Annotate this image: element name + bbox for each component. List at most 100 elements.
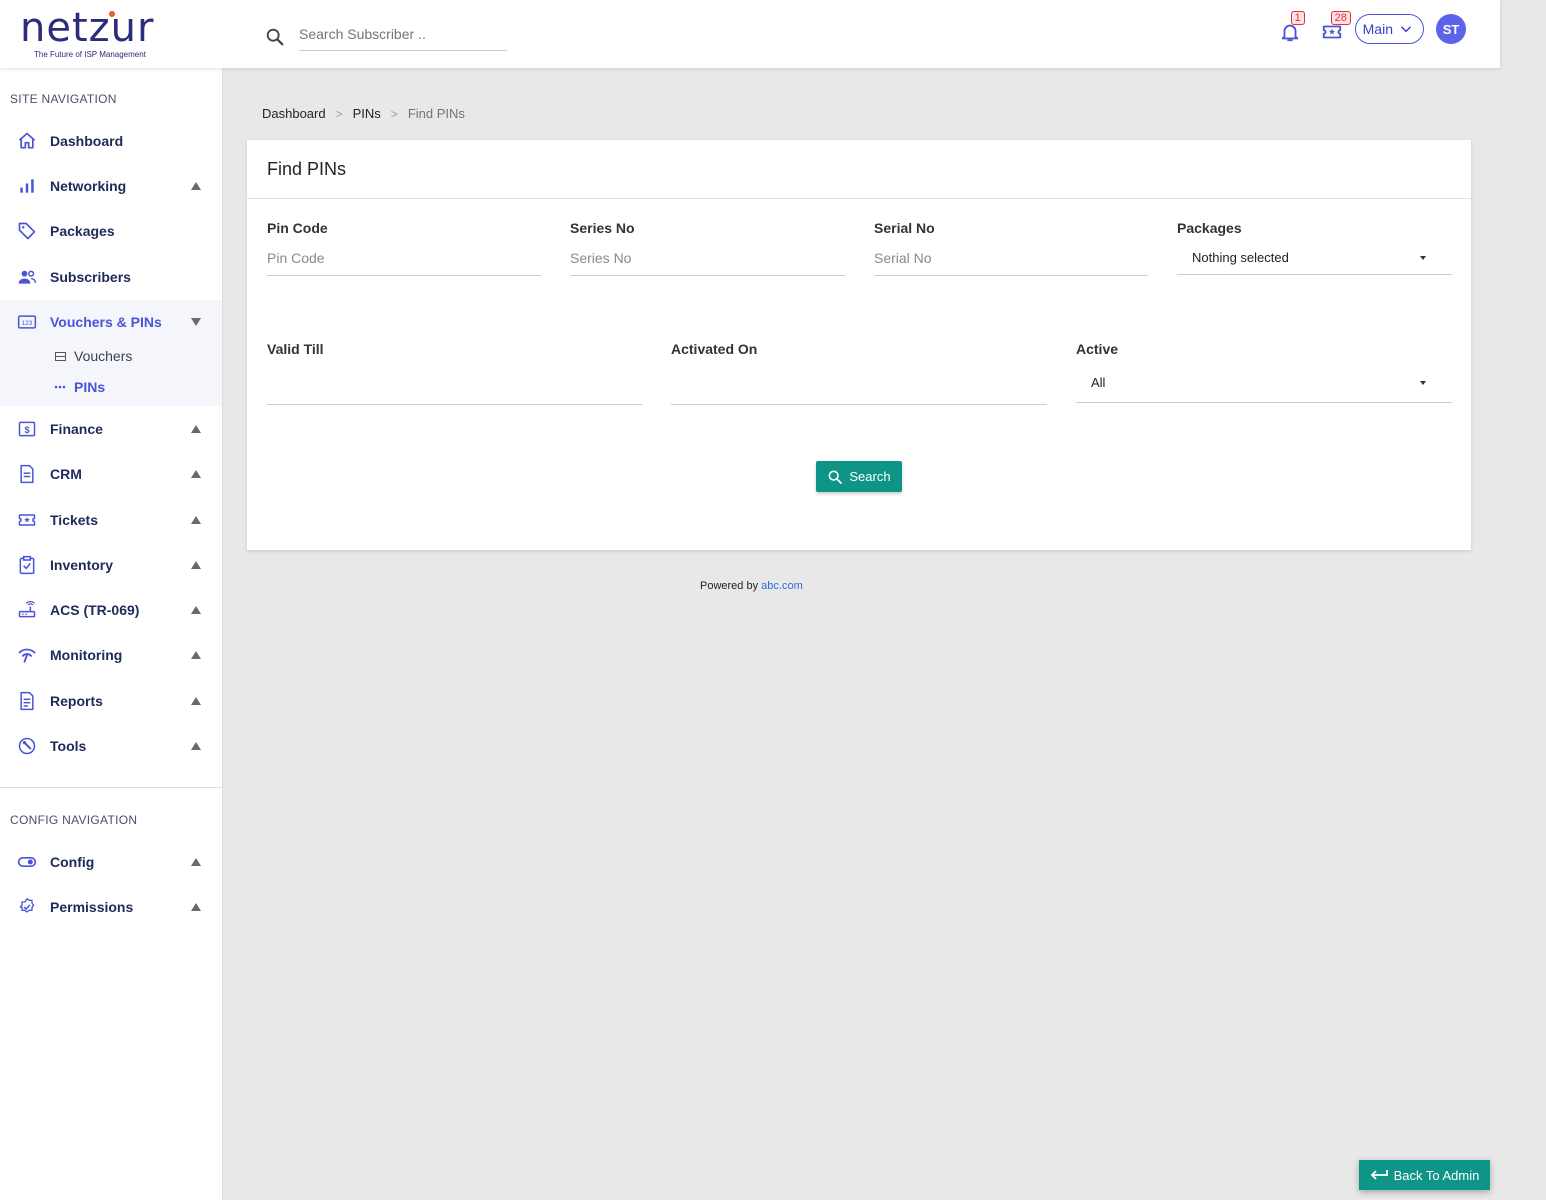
- powered-by-link[interactable]: abc.com: [761, 580, 803, 592]
- context-select-value: Main: [1362, 21, 1393, 37]
- back-to-admin-button[interactable]: Back To Admin: [1359, 1160, 1490, 1190]
- powered-by-prefix: Powered by: [700, 580, 759, 592]
- packages-select-value: Nothing selected: [1192, 250, 1289, 265]
- sidebar-item-finance[interactable]: $ Finance: [0, 406, 222, 451]
- breadcrumb-dashboard[interactable]: Dashboard: [262, 106, 326, 121]
- caret-up-icon: [191, 741, 201, 750]
- toggle-icon: [17, 852, 37, 872]
- caret-up-icon: [191, 902, 201, 911]
- dollar-icon: $: [17, 419, 37, 439]
- valid-till-field: Valid Till: [267, 341, 642, 405]
- sidebar-item-label: ACS (TR-069): [50, 601, 140, 618]
- users-icon: [17, 267, 37, 287]
- sidebar-item-dashboard[interactable]: Dashboard: [0, 118, 222, 163]
- active-label: Active: [1076, 341, 1119, 357]
- serial-no-label: Serial No: [874, 220, 935, 236]
- breadcrumb-separator: >: [390, 106, 398, 121]
- activated-on-label: Activated On: [671, 341, 758, 357]
- valid-till-label: Valid Till: [267, 341, 324, 357]
- breadcrumb-pins[interactable]: PINs: [353, 106, 381, 121]
- active-select-value: All: [1091, 375, 1106, 390]
- tickets-badge: 28: [1330, 11, 1351, 25]
- caret-up-icon: [191, 469, 201, 478]
- sidebar-subitem-pins[interactable]: PINs: [54, 379, 105, 395]
- sidebar-item-label: Subscribers: [50, 268, 131, 285]
- clipboard-check-icon: [17, 555, 37, 575]
- search-button-label: Search: [849, 469, 891, 484]
- search-button[interactable]: Search: [816, 461, 902, 492]
- sidebar-subitem-vouchers[interactable]: Vouchers: [54, 348, 132, 364]
- sidebar-item-config[interactable]: Config: [0, 839, 222, 884]
- wrench-icon: [17, 736, 37, 756]
- dropdown-caret-icon: [1420, 255, 1426, 260]
- caret-up-icon: [191, 515, 201, 524]
- router-icon: [17, 600, 37, 620]
- active-field: Active All: [1076, 341, 1452, 403]
- context-select[interactable]: Main: [1354, 14, 1424, 44]
- sidebar-item-label: Packages: [50, 222, 115, 239]
- sidebar-item-vouchers-pins[interactable]: 123 Vouchers & PINs: [0, 299, 222, 344]
- breadcrumb: Dashboard > PINs > Find PINs: [262, 106, 465, 121]
- serial-no-input[interactable]: [874, 248, 1148, 276]
- chevron-down-icon: [1401, 26, 1411, 33]
- sidebar-item-tickets[interactable]: Tickets: [0, 497, 222, 542]
- sidebar-item-crm[interactable]: CRM: [0, 451, 222, 496]
- pin-code-field: Pin Code: [267, 220, 541, 276]
- svg-text:123: 123: [22, 319, 33, 326]
- document-icon: [17, 464, 37, 484]
- sidebar-item-label: Permissions: [50, 898, 134, 915]
- notifications-badge: 1: [1290, 11, 1305, 25]
- ticket-icon: [17, 510, 37, 530]
- numbers-icon: 123: [17, 312, 37, 332]
- card-title: Find PINs: [247, 140, 1471, 199]
- valid-till-input[interactable]: [267, 369, 642, 405]
- series-no-input[interactable]: [570, 248, 845, 276]
- sidebar-item-label: Config: [50, 853, 95, 870]
- packages-label: Packages: [1177, 220, 1242, 236]
- brand-logo[interactable]: netzur The Future of ISP Management: [20, 8, 160, 60]
- caret-up-icon: [191, 650, 201, 659]
- sidebar-item-label: Networking: [50, 177, 127, 194]
- caret-up-icon: [191, 605, 201, 614]
- breadcrumb-current: Find PINs: [407, 106, 465, 121]
- sidebar-item-packages[interactable]: Packages: [0, 208, 222, 253]
- tickets-button[interactable]: 28: [1321, 11, 1351, 43]
- sidebar-subitem-label: PINs: [74, 379, 106, 395]
- bar-chart-icon: [17, 176, 37, 196]
- sidebar-item-reports[interactable]: Reports: [0, 678, 222, 723]
- top-header: netzur The Future of ISP Management 1 28…: [0, 0, 1500, 68]
- tag-icon: [17, 221, 37, 241]
- packages-select[interactable]: Nothing selected: [1177, 248, 1452, 275]
- sidebar-item-label: Reports: [50, 692, 103, 709]
- activated-on-field: Activated On: [671, 341, 1047, 405]
- dropdown-caret-icon: [1420, 380, 1426, 385]
- logo-dot: [109, 11, 115, 17]
- sidebar-item-networking[interactable]: Networking: [0, 163, 222, 208]
- brand-name: netzur: [20, 5, 155, 51]
- search-icon: [828, 470, 843, 484]
- return-arrow-icon: [1370, 1170, 1388, 1180]
- sidebar-item-permissions[interactable]: Permissions: [0, 884, 222, 929]
- user-avatar[interactable]: ST: [1436, 14, 1466, 44]
- pin-code-input[interactable]: [267, 248, 541, 276]
- caret-up-icon: [191, 424, 201, 433]
- sidebar: SITE NAVIGATION Dashboard Networking Pac…: [0, 68, 223, 1200]
- search-subscriber-input[interactable]: [299, 22, 507, 51]
- series-no-field: Series No: [570, 220, 845, 276]
- pin-code-label: Pin Code: [267, 220, 328, 236]
- active-select[interactable]: All: [1076, 369, 1452, 403]
- dots-icon: [54, 381, 66, 393]
- caret-up-icon: [191, 560, 201, 569]
- caret-up-icon: [191, 857, 201, 866]
- sidebar-item-inventory[interactable]: Inventory: [0, 542, 222, 587]
- brand-tagline: The Future of ISP Management: [34, 50, 146, 59]
- notifications-button[interactable]: 1: [1279, 11, 1305, 43]
- activated-on-input[interactable]: [671, 369, 1047, 405]
- sidebar-item-monitoring[interactable]: Monitoring: [0, 632, 222, 677]
- sidebar-item-acs[interactable]: ACS (TR-069): [0, 587, 222, 632]
- sidebar-item-subscribers[interactable]: Subscribers: [0, 254, 222, 299]
- sidebar-item-tools[interactable]: Tools: [0, 723, 222, 768]
- caret-down-icon: [191, 317, 201, 326]
- badge-check-icon: [17, 897, 37, 917]
- caret-up-icon: [191, 696, 201, 705]
